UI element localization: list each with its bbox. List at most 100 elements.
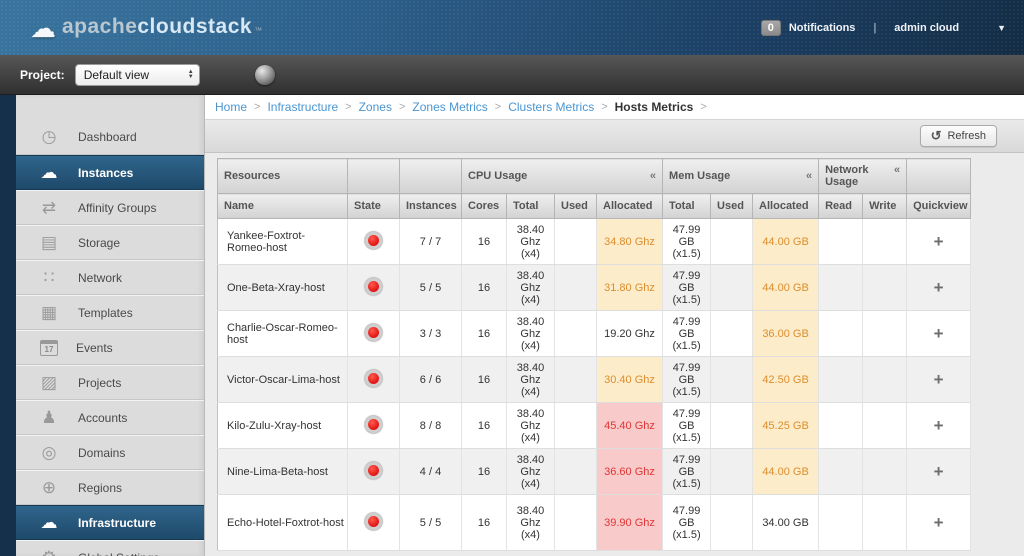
quickview-plus-icon[interactable]: +: [934, 232, 944, 251]
mem-used: [710, 494, 754, 551]
cpu-total: 38.40 Ghz (x4): [506, 402, 555, 449]
cpu-total: 38.40 Ghz (x4): [506, 356, 555, 403]
breadcrumb-home[interactable]: Home: [215, 100, 247, 114]
cpu-total: 38.40 Ghz (x4): [506, 448, 555, 495]
cpu-used: [554, 218, 597, 265]
cpu-used: [554, 310, 597, 357]
mem-total: 47.99 GB (x1.5): [662, 218, 712, 265]
sidebar-item-projects[interactable]: ▨ Projects: [16, 365, 204, 400]
breadcrumb-zones-metrics[interactable]: Zones Metrics: [412, 100, 487, 114]
cloud-logo-icon: ☁: [30, 12, 56, 43]
sidebar-item-templates[interactable]: ▦ Templates: [16, 295, 204, 330]
sidebar-item-domains[interactable]: ◎ Domains: [16, 435, 204, 470]
table-row[interactable]: One-Beta-Xray-host 5 / 5 16 38.40 Ghz (x…: [217, 264, 972, 311]
cpu-used: [554, 402, 597, 449]
network-write: [862, 310, 908, 357]
cpu-allocated: 39.90 Ghz: [596, 494, 664, 551]
group-header-row: Resources « CPU Usage « Mem Usage « Netw…: [217, 158, 972, 194]
col-cpu-used: Used: [554, 193, 597, 219]
host-name: Yankee-Foxtrot-Romeo-host: [217, 218, 348, 265]
mem-used: [710, 448, 754, 495]
host-state: [347, 402, 400, 449]
mem-total: 47.99 GB (x1.5): [662, 402, 712, 449]
cpu-used: [554, 264, 597, 311]
table-row[interactable]: Charlie-Oscar-Romeo-host 3 / 3 16 38.40 …: [217, 310, 972, 357]
project-bar: Project: Default view ▲ ▼: [0, 55, 1024, 95]
sidebar-item-accounts[interactable]: ♟ Accounts: [16, 400, 204, 435]
project-view-select[interactable]: Default view ▲ ▼: [74, 63, 200, 86]
notifications-link[interactable]: Notifications: [789, 22, 856, 34]
cpu-used: [554, 356, 597, 403]
col-instances: Instances: [399, 193, 462, 219]
breadcrumb-clusters-metrics[interactable]: Clusters Metrics: [508, 100, 594, 114]
table-row[interactable]: Echo-Hotel-Foxtrot-host 5 / 5 16 38.40 G…: [217, 494, 972, 551]
refresh-button[interactable]: ↺ Refresh: [919, 125, 997, 147]
host-instances: 8 / 8: [399, 402, 462, 449]
quickview-plus-icon[interactable]: +: [934, 513, 944, 532]
sidebar-item-dashboard[interactable]: ◷ Dashboard: [16, 120, 204, 155]
quickview-plus-icon[interactable]: +: [934, 370, 944, 389]
cpu-used: [554, 494, 597, 551]
top-header: ☁ apache cloudstack ™ 0 Notifications | ad…: [0, 0, 1024, 55]
dashboard-gauge-icon: ◷: [41, 127, 57, 146]
col-mem-allocated: Allocated: [752, 193, 820, 219]
sidebar-item-infrastructure[interactable]: ☁ Infrastructure: [16, 505, 204, 540]
mem-allocated: 36.00 GB: [752, 310, 820, 357]
table-row[interactable]: Yankee-Foxtrot-Romeo-host 7 / 7 16 38.40…: [217, 218, 972, 265]
user-menu[interactable]: admin cloud: [894, 22, 959, 34]
host-name: Kilo-Zulu-Xray-host: [217, 402, 348, 449]
collapse-cpu-icon[interactable]: «: [650, 170, 656, 182]
host-instances: 6 / 6: [399, 356, 462, 403]
table-row[interactable]: Victor-Oscar-Lima-host 6 / 6 16 38.40 Gh…: [217, 356, 972, 403]
collapse-mem-icon[interactable]: «: [806, 170, 812, 182]
cpu-allocated: 19.20 Ghz: [596, 310, 664, 357]
mem-used: [710, 356, 754, 403]
project-label: Project:: [20, 67, 65, 82]
collapse-network-icon[interactable]: «: [894, 164, 900, 176]
sidebar-item-storage[interactable]: ▤ Storage: [16, 225, 204, 260]
column-header-row: Name State Instances Cores Total Used Al…: [217, 193, 972, 219]
sidebar-item-global-settings[interactable]: ⚙ Global Settings: [16, 540, 204, 556]
cpu-allocated: 34.80 Ghz: [596, 218, 664, 265]
breadcrumb-infrastructure[interactable]: Infrastructure: [267, 100, 338, 114]
state-up-icon: [368, 418, 379, 430]
host-instances: 5 / 5: [399, 264, 462, 311]
network-read: [818, 494, 864, 551]
concentric-circles-icon: ◎: [41, 442, 57, 462]
sidebar-item-events[interactable]: 17 Events: [16, 330, 204, 365]
folder-cloud-icon: ☁: [40, 512, 58, 532]
group-network-usage: « Network Usage: [818, 158, 908, 194]
host-name: Echo-Hotel-Foxtrot-host: [217, 494, 348, 551]
host-state: [347, 218, 400, 265]
host-instances: 3 / 3: [399, 310, 462, 357]
globe-icon[interactable]: [254, 64, 275, 85]
folder-icon: ▨: [40, 372, 58, 392]
calendar-icon: 17: [40, 339, 58, 356]
quickview-plus-icon[interactable]: +: [934, 462, 944, 481]
host-state: [347, 448, 400, 495]
table-row[interactable]: Nine-Lima-Beta-host 4 / 4 16 38.40 Ghz (…: [217, 448, 972, 495]
sidebar-item-instances[interactable]: ☁ Instances: [16, 155, 204, 190]
quickview-cell: +: [906, 310, 972, 357]
table-row[interactable]: Kilo-Zulu-Xray-host 8 / 8 16 38.40 Ghz (…: [217, 402, 972, 449]
refresh-icon: ↺: [930, 128, 942, 143]
mem-total: 47.99 GB (x1.5): [662, 494, 712, 551]
host-cores: 16: [461, 356, 507, 403]
notifications-count-badge[interactable]: 0: [760, 19, 781, 36]
quickview-plus-icon[interactable]: +: [934, 278, 944, 297]
mem-total: 47.99 GB (x1.5): [662, 356, 712, 403]
network-read: [818, 310, 864, 357]
quickview-plus-icon[interactable]: +: [934, 416, 944, 435]
sidebar-item-network[interactable]: ∷ Network: [16, 260, 204, 295]
cloud-icon: ☁: [40, 162, 58, 182]
breadcrumb-zones[interactable]: Zones: [359, 100, 392, 114]
logo-text-cloudstack: cloudstack: [137, 14, 253, 38]
mem-used: [710, 402, 754, 449]
sidebar-item-regions[interactable]: ⊕ Regions: [16, 470, 204, 505]
state-up-icon: [368, 464, 379, 476]
quickview-plus-icon[interactable]: +: [934, 324, 944, 343]
host-name: One-Beta-Xray-host: [217, 264, 348, 311]
host-cores: 16: [461, 494, 507, 551]
chevron-down-icon[interactable]: ▼: [997, 23, 1006, 33]
sidebar-item-affinity-groups[interactable]: ⇄ Affinity Groups: [16, 190, 204, 225]
